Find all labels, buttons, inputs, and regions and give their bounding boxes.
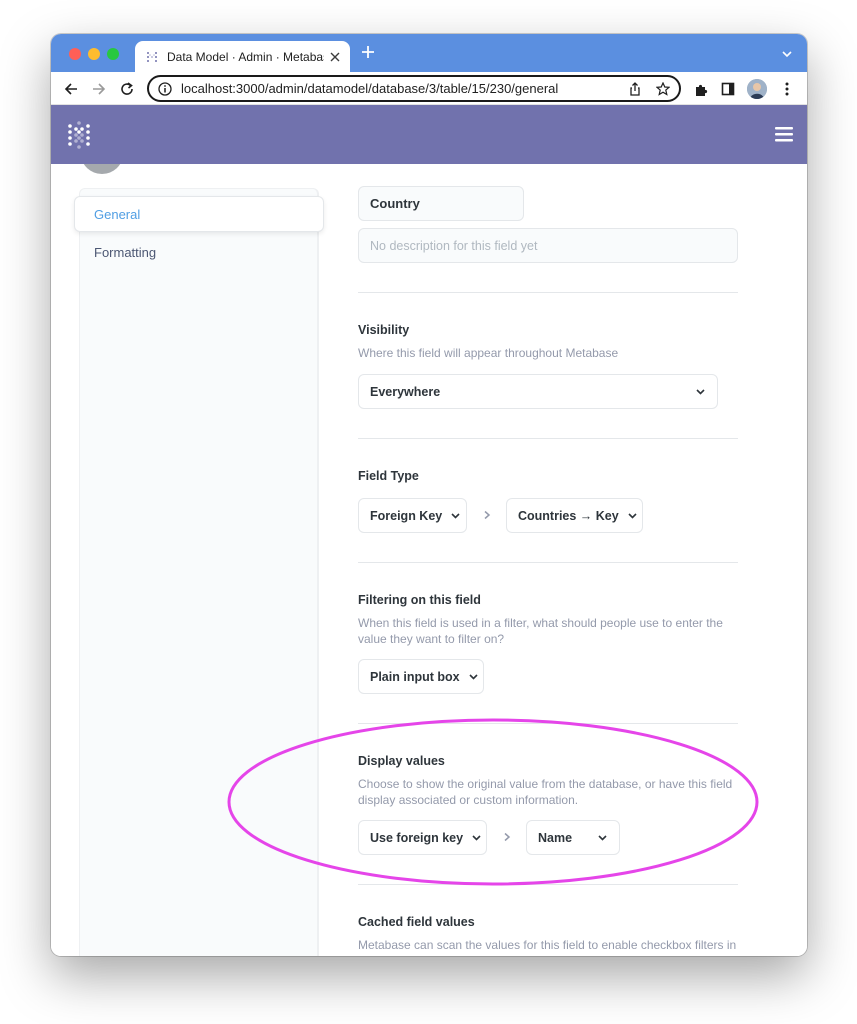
chevron-down-icon	[597, 832, 608, 843]
divider	[358, 438, 738, 439]
sidebar-item-general[interactable]: General	[74, 196, 324, 232]
visibility-title: Visibility	[358, 323, 410, 337]
star-icon[interactable]	[655, 81, 671, 97]
filtering-title: Filtering on this field	[358, 593, 481, 607]
chevron-right-icon	[499, 829, 515, 845]
kebab-icon[interactable]	[777, 79, 797, 99]
sidebar-item-formatting[interactable]: Formatting	[94, 245, 156, 260]
field-description-input[interactable]: No description for this field yet	[358, 228, 738, 263]
close-icon[interactable]	[330, 50, 340, 64]
window-close-button[interactable]	[69, 48, 81, 60]
divider	[358, 292, 738, 293]
chevron-down-icon	[468, 671, 479, 682]
address-bar[interactable]: localhost:3000/admin/datamodel/database/…	[147, 75, 681, 102]
display-values-column-value: Name	[538, 830, 573, 845]
metabase-logo-icon[interactable]	[67, 121, 91, 154]
browser-toolbar: localhost:3000/admin/datamodel/database/…	[51, 72, 807, 105]
display-values-column-select[interactable]: Name	[526, 820, 620, 855]
chevron-right-icon	[479, 507, 495, 523]
field-settings-sidebar	[79, 188, 319, 956]
tab-title: Data Model · Admin · Metabase	[167, 49, 324, 64]
metabase-favicon-icon	[145, 50, 159, 64]
window-maximize-button[interactable]	[107, 48, 119, 60]
cached-values-description: Metabase can scan the values for this fi…	[358, 938, 737, 956]
chevron-down-icon	[471, 832, 482, 843]
chevron-down-icon	[450, 510, 461, 521]
info-icon[interactable]	[157, 81, 173, 97]
avatar[interactable]	[747, 79, 767, 99]
window-minimize-button[interactable]	[88, 48, 100, 60]
side-panel-icon[interactable]	[718, 79, 738, 99]
browser-window: Data Model · Admin · Metabase localhost:…	[51, 34, 807, 956]
field-type-select[interactable]: Foreign Key	[358, 498, 467, 533]
arrow-right-icon[interactable]	[89, 79, 109, 99]
hamburger-icon[interactable]	[775, 127, 793, 147]
filtering-description: When this field is used in a filter, wha…	[358, 616, 723, 646]
puzzle-icon[interactable]	[691, 79, 711, 99]
metabase-nav-bar	[51, 105, 807, 164]
chevron-down-icon	[627, 510, 638, 521]
url-text[interactable]: localhost:3000/admin/datamodel/database/…	[181, 81, 615, 96]
display-values-mode-value: Use foreign key	[370, 830, 464, 845]
divider	[358, 884, 738, 885]
filtering-select-value: Plain input box	[370, 669, 460, 684]
plus-icon[interactable]	[361, 43, 375, 63]
back-button[interactable]	[81, 164, 123, 174]
divider	[358, 723, 738, 724]
chevron-down-icon[interactable]	[781, 47, 793, 65]
divider	[358, 562, 738, 563]
fk-target-select[interactable]: Countries → Key	[506, 498, 643, 533]
browser-tab-active[interactable]: Data Model · Admin · Metabase	[135, 41, 350, 72]
display-values-description: Choose to show the original value from t…	[358, 777, 733, 807]
field-name-input[interactable]: Country	[358, 186, 524, 221]
filtering-select[interactable]: Plain input box	[358, 659, 484, 694]
page-content: General Formatting Country No descriptio…	[51, 164, 807, 956]
share-icon[interactable]	[627, 81, 643, 97]
display-values-mode-select[interactable]: Use foreign key	[358, 820, 487, 855]
visibility-select[interactable]: Everywhere	[358, 374, 718, 409]
visibility-description: Where this field will appear throughout …	[358, 346, 619, 360]
field-type-select-value: Foreign Key	[370, 508, 443, 523]
arrow-left-icon[interactable]	[61, 79, 81, 99]
field-type-title: Field Type	[358, 469, 419, 483]
display-values-title: Display values	[358, 754, 445, 768]
visibility-select-value: Everywhere	[370, 384, 441, 399]
reload-icon[interactable]	[117, 79, 137, 99]
chevron-down-icon	[695, 386, 706, 397]
fk-target-select-value: Countries → Key	[518, 508, 619, 523]
cached-values-title: Cached field values	[358, 915, 475, 929]
tab-strip: Data Model · Admin · Metabase	[51, 34, 807, 72]
